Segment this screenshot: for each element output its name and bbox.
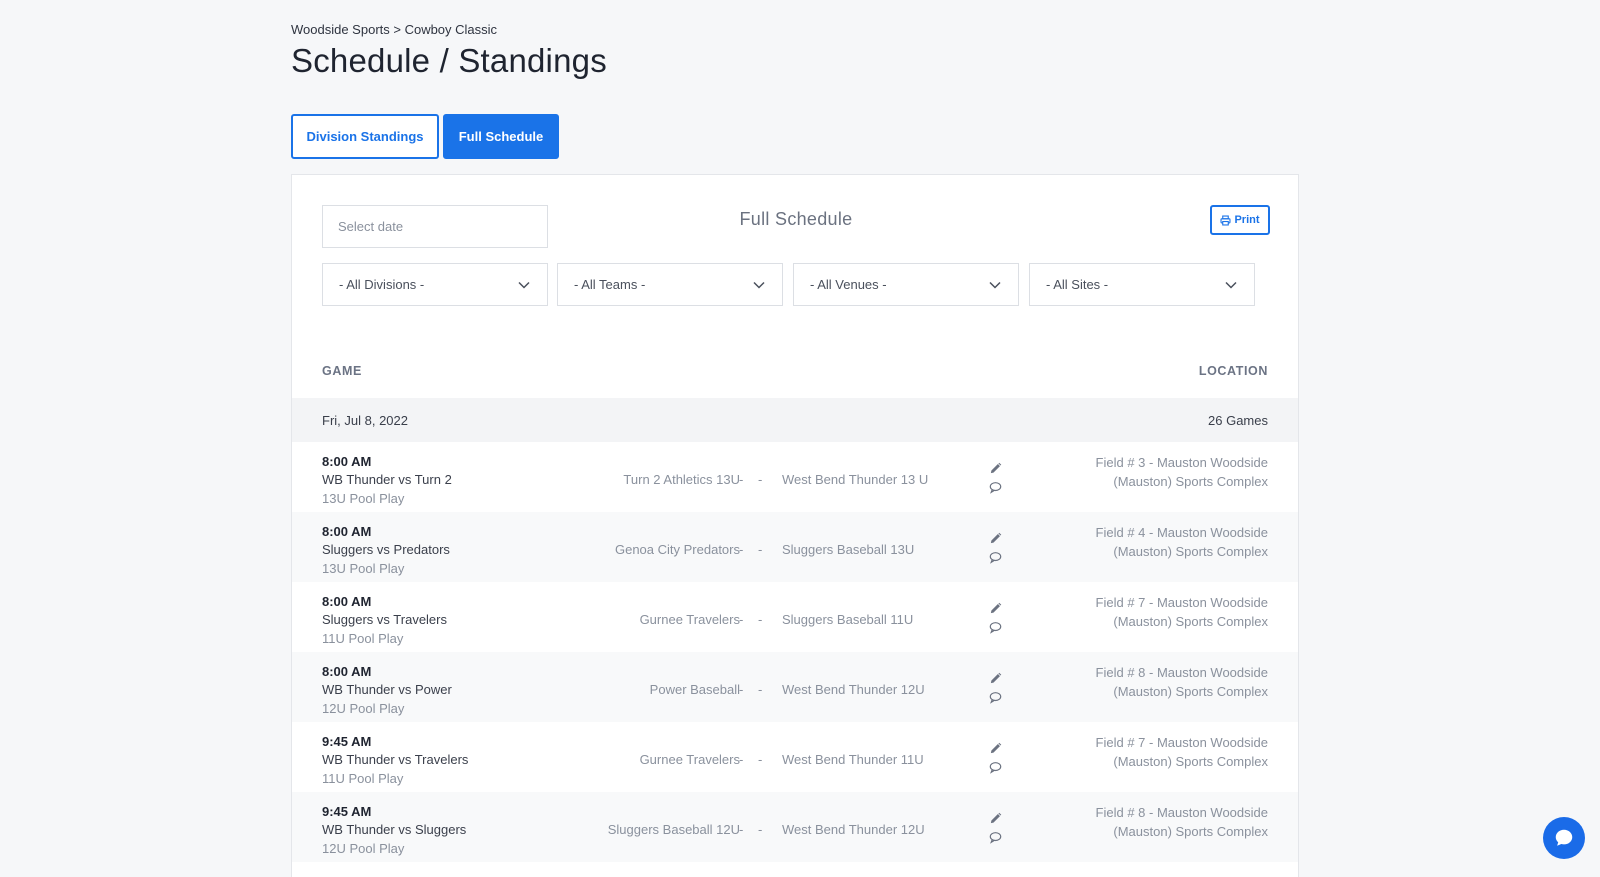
game-row: 9:45 AM WB Thunder vs Travelers 11U Pool… (292, 722, 1298, 792)
comment-icon[interactable] (989, 761, 1002, 774)
game-location: Field # 8 - Mauston Woodside (Mauston) S… (1095, 665, 1268, 699)
game-pool: 12U Pool Play (322, 841, 405, 856)
day-game-count: 26 Games (1208, 413, 1268, 428)
game-row: 9:45 AM WB Thunder vs Sluggers 12U Pool … (292, 792, 1298, 862)
page-title: Schedule / Standings (291, 42, 607, 79)
game-location: Field # 3 - Mauston Woodside (Mauston) S… (1095, 455, 1268, 489)
game-row: 8:00 AM Sluggers vs Predators 13U Pool P… (292, 512, 1298, 582)
chevron-down-icon (518, 281, 530, 289)
sites-select-value: - All Sites - (1046, 277, 1109, 292)
game-pool: 11U Pool Play (322, 631, 404, 646)
away-team: Sluggers Baseball 11U (782, 612, 914, 627)
away-score: - (758, 472, 763, 487)
game-time: 8:00 AM (322, 454, 372, 469)
pencil-icon[interactable] (989, 532, 1002, 545)
print-button[interactable]: Print (1210, 205, 1270, 235)
away-team: West Bend Thunder 12U (782, 822, 925, 837)
away-team: Sluggers Baseball 13U (782, 542, 915, 557)
day-header-row: Fri, Jul 8, 2022 26 Games (292, 398, 1298, 442)
game-location: Field # 4 - Mauston Woodside (Mauston) S… (1095, 525, 1268, 559)
chat-button[interactable] (1543, 817, 1585, 859)
teams-select-value: - All Teams - (574, 277, 646, 292)
game-location: Field # 7 - Mauston Woodside (Mauston) S… (1095, 735, 1268, 769)
game-name: WB Thunder vs Turn 2 (322, 472, 452, 487)
game-location: Field # 7 - Mauston Woodside (Mauston) S… (1095, 595, 1268, 629)
teams-select[interactable]: - All Teams - (557, 263, 783, 306)
game-time: 9:45 AM (322, 734, 372, 749)
home-score: - (739, 612, 744, 627)
comment-icon[interactable] (989, 831, 1002, 844)
comment-icon[interactable] (989, 621, 1002, 634)
away-team: West Bend Thunder 13 U (782, 472, 929, 487)
print-label: Print (1234, 214, 1260, 226)
home-team: Gurnee Travelers (639, 612, 740, 627)
pencil-icon[interactable] (989, 812, 1002, 825)
home-team: Power Baseball (649, 682, 740, 697)
tab-full-schedule[interactable]: Full Schedule (443, 114, 559, 159)
comment-icon[interactable] (989, 691, 1002, 704)
chat-bubble-icon (1555, 829, 1573, 846)
home-team: Turn 2 Athletics 13U (623, 472, 740, 487)
home-score: - (739, 542, 744, 557)
game-pool: 12U Pool Play (322, 701, 405, 716)
location-column-header: LOCATION (1198, 364, 1268, 378)
game-name: Sluggers vs Predators (322, 542, 450, 557)
away-score: - (758, 822, 763, 837)
game-name: WB Thunder vs Travelers (322, 752, 469, 767)
pencil-icon[interactable] (989, 462, 1002, 475)
pencil-icon[interactable] (989, 672, 1002, 685)
day-date: Fri, Jul 8, 2022 (322, 413, 408, 428)
away-team: West Bend Thunder 11U (782, 752, 924, 767)
game-time: 8:00 AM (322, 524, 372, 539)
divisions-select[interactable]: - All Divisions - (322, 263, 548, 306)
game-pool: 13U Pool Play (322, 561, 405, 576)
tab-division-standings[interactable]: Division Standings (291, 114, 439, 159)
game-name: WB Thunder vs Power (322, 682, 452, 697)
pencil-icon[interactable] (989, 602, 1002, 615)
divisions-select-value: - All Divisions - (339, 277, 425, 292)
home-team: Genoa City Predators (614, 542, 740, 557)
sites-select[interactable]: - All Sites - (1029, 263, 1255, 306)
schedule-heading: Full Schedule (739, 209, 853, 229)
comment-icon[interactable] (989, 551, 1002, 564)
pencil-icon[interactable] (989, 742, 1002, 755)
away-score: - (758, 752, 763, 767)
chevron-down-icon (1225, 281, 1237, 289)
chevron-down-icon (989, 281, 1001, 289)
home-team: Gurnee Travelers (639, 752, 740, 767)
game-name: Sluggers vs Travelers (322, 612, 447, 627)
away-score: - (758, 542, 763, 557)
home-score: - (739, 822, 744, 837)
home-score: - (739, 752, 744, 767)
home-score: - (739, 682, 744, 697)
breadcrumb[interactable]: Woodside Sports > Cowboy Classic (291, 22, 497, 37)
page: Woodside Sports > Cowboy Classic Schedul… (0, 0, 1600, 877)
home-score: - (739, 472, 744, 487)
home-team: Sluggers Baseball 12U (607, 822, 740, 837)
game-row: 8:00 AM WB Thunder vs Power 12U Pool Pla… (292, 652, 1298, 722)
game-pool: 11U Pool Play (322, 771, 404, 786)
game-time: 8:00 AM (322, 664, 372, 679)
chevron-down-icon (753, 281, 765, 289)
game-time: 8:00 AM (322, 594, 372, 609)
printer-icon (1220, 214, 1231, 226)
game-row: 8:00 AM WB Thunder vs Turn 2 13U Pool Pl… (292, 442, 1298, 512)
venues-select[interactable]: - All Venues - (793, 263, 1019, 306)
game-pool: 13U Pool Play (322, 491, 405, 506)
game-time: 9:45 AM (322, 804, 372, 819)
game-name: WB Thunder vs Sluggers (322, 822, 467, 837)
away-team: West Bend Thunder 12U (782, 682, 925, 697)
away-score: - (758, 612, 763, 627)
schedule-card: Select date Full Schedule Print - All Di… (291, 174, 1299, 877)
game-column-header: GAME (322, 364, 362, 378)
venues-select-value: - All Venues - (810, 277, 887, 292)
view-tabs: Division Standings Full Schedule (291, 114, 559, 159)
comment-icon[interactable] (989, 481, 1002, 494)
game-location: Field # 8 - Mauston Woodside (Mauston) S… (1095, 805, 1268, 839)
game-row: 8:00 AM Sluggers vs Travelers 11U Pool P… (292, 582, 1298, 652)
away-score: - (758, 682, 763, 697)
